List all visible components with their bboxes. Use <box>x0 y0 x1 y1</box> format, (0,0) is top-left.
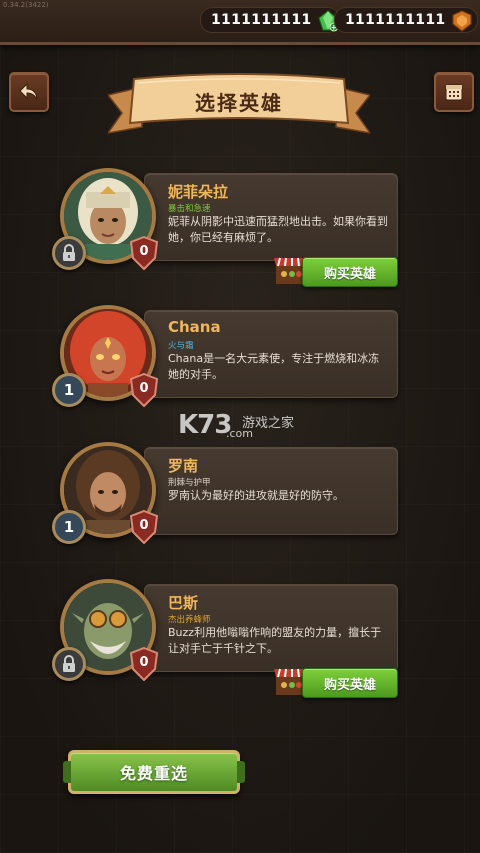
lock-icon <box>63 655 75 672</box>
free-reroll-button[interactable]: 免费重选 <box>63 750 245 794</box>
hero-name: 妮菲朵拉 <box>168 183 229 201</box>
hero-name: 罗南 <box>168 457 199 475</box>
buy-hero-label: 购买英雄 <box>302 668 398 698</box>
rank-shield: 0 <box>129 372 159 408</box>
level-badge: 1 <box>52 373 86 407</box>
hero-subtitle: 杰出养蜂师 <box>168 615 211 625</box>
hero-name: 巴斯 <box>168 594 199 612</box>
token-amount: 1111111111 <box>345 12 446 28</box>
back-arrow-icon <box>19 82 38 101</box>
lock-icon <box>63 244 75 261</box>
hero-description: Buzz利用他嗡嗡作响的盟友的力量，擅长于让对手亡于千针之下。 <box>168 626 382 655</box>
watermark-domain: .com <box>226 427 253 440</box>
hero-subtitle: 火与霜 <box>168 341 194 351</box>
page-title: 选择英雄 <box>195 91 283 115</box>
hero-card-3[interactable]: 罗南 荆棘与护甲 罗南认为最好的进攻就是好的防守。 1 0 <box>52 442 398 545</box>
rank-value: 0 <box>139 655 149 670</box>
rank-shield: 0 <box>129 235 159 271</box>
hero-description: 罗南认为最好的进攻就是好的防守。 <box>168 489 344 502</box>
hero-description: Chana是一名大元素使，专注于燃烧和冰冻她的对手。 <box>168 352 380 381</box>
lock-badge <box>52 647 86 681</box>
hero-card-4[interactable]: 巴斯 杰出养蜂师 Buzz利用他嗡嗡作响的盟友的力量，擅长于让对手亡于千针之下。… <box>52 579 398 698</box>
token-currency[interactable]: 1111111111 <box>334 7 478 33</box>
back-button[interactable] <box>9 72 49 112</box>
rank-shield: 0 <box>129 509 159 545</box>
watermark-logo: K73 <box>178 410 232 440</box>
level-value: 1 <box>63 518 75 536</box>
hero-subtitle: 暴击和急速 <box>168 204 211 214</box>
hero-subtitle: 荆棘与护甲 <box>168 478 211 488</box>
shield-token-icon <box>451 10 473 32</box>
rank-value: 0 <box>139 244 149 259</box>
level-badge: 1 <box>52 510 86 544</box>
buy-hero-label: 购买英雄 <box>302 257 398 287</box>
hero-card-2[interactable]: Chana 火与霜 Chana是一名大元素使，专注于燃烧和冰冻她的对手。 1 0 <box>52 305 398 408</box>
level-value: 1 <box>63 381 75 399</box>
gem-amount: 1111111111 <box>211 12 312 28</box>
lock-badge <box>52 236 86 270</box>
top-bar: 0.34.2(3422) 1111111111 + 1111111111 <box>0 0 480 45</box>
title-banner: 选择英雄 <box>106 73 372 137</box>
rank-shield: 0 <box>129 646 159 682</box>
calendar-button[interactable] <box>434 72 474 112</box>
rank-value: 0 <box>139 518 149 533</box>
calendar-icon <box>445 84 463 101</box>
buy-hero-button[interactable]: 购买英雄 <box>272 256 398 287</box>
watermark: K73 游戏之家 .com <box>178 410 308 442</box>
gem-currency[interactable]: 1111111111 + <box>200 7 340 33</box>
hero-name: Chana <box>168 318 221 336</box>
rank-value: 0 <box>139 381 149 396</box>
version-label: 0.34.2(3422) <box>3 1 49 9</box>
buy-hero-button[interactable]: 购买英雄 <box>272 667 398 698</box>
hero-description: 妮菲从阴影中迅速而猛烈地出击。如果你看到她，你已经有麻烦了。 <box>168 215 388 244</box>
hero-card-1[interactable]: 妮菲朵拉 暴击和急速 妮菲从阴影中迅速而猛烈地出击。如果你看到她，你已经有麻烦了… <box>52 168 398 287</box>
